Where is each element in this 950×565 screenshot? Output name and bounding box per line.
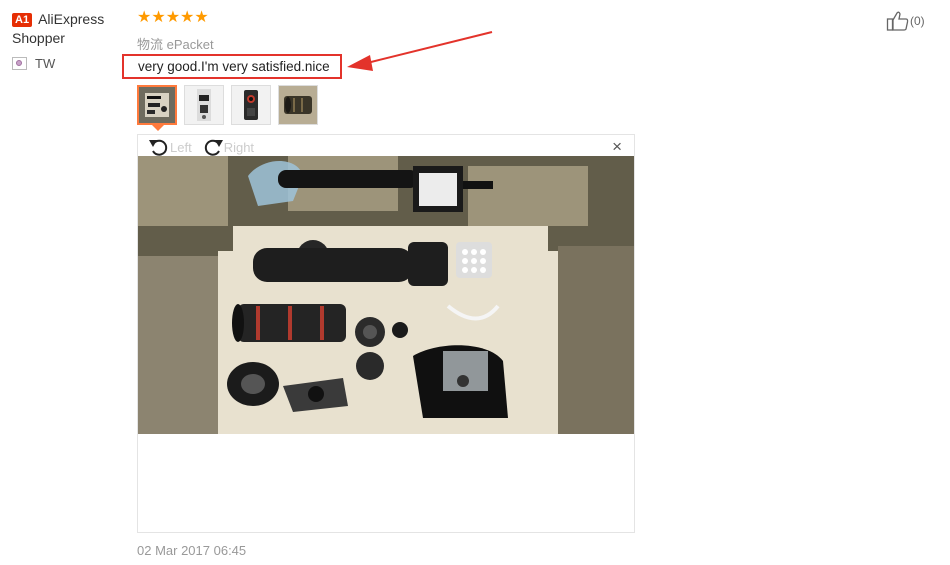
photo-thumbnail[interactable] [137, 85, 177, 125]
review-photo-thumbnails [137, 85, 325, 125]
reviewer-info: A1 AliExpress Shopper TW [12, 10, 127, 71]
member-level-badge: A1 [12, 13, 33, 27]
photo-thumbnail[interactable] [231, 85, 271, 125]
reviewer-country: TW [12, 56, 127, 71]
review-date: 02 Mar 2017 06:45 [137, 543, 247, 558]
helpful-count: (0) [910, 14, 925, 28]
rotate-right-button[interactable]: Right [202, 137, 254, 157]
star-rating: ★★★★★ [137, 9, 209, 26]
viewer-toolbar: Left Right [148, 137, 264, 157]
photo-viewer: Left Right × [137, 134, 635, 533]
annotation-arrow [347, 31, 493, 71]
thumbs-up-icon [886, 11, 909, 31]
helpful-button[interactable]: (0) [886, 10, 925, 32]
close-icon[interactable]: × [612, 138, 622, 156]
rotate-right-label: Right [223, 139, 255, 155]
review-photo [138, 156, 634, 434]
flag-icon [12, 57, 27, 70]
photo-thumbnail[interactable] [278, 85, 318, 125]
rotate-left-label: Left [170, 139, 192, 155]
rotate-right-icon [204, 139, 223, 156]
rotate-left-icon [149, 139, 168, 156]
logistics-info: 物流 ePacket [137, 37, 214, 52]
rotate-left-button[interactable]: Left [148, 137, 192, 157]
review-text: very good.I'm very satisfied.nice [122, 54, 342, 79]
active-thumbnail-indicator [152, 125, 164, 131]
country-code: TW [35, 56, 56, 71]
photo-thumbnail[interactable] [184, 85, 224, 125]
